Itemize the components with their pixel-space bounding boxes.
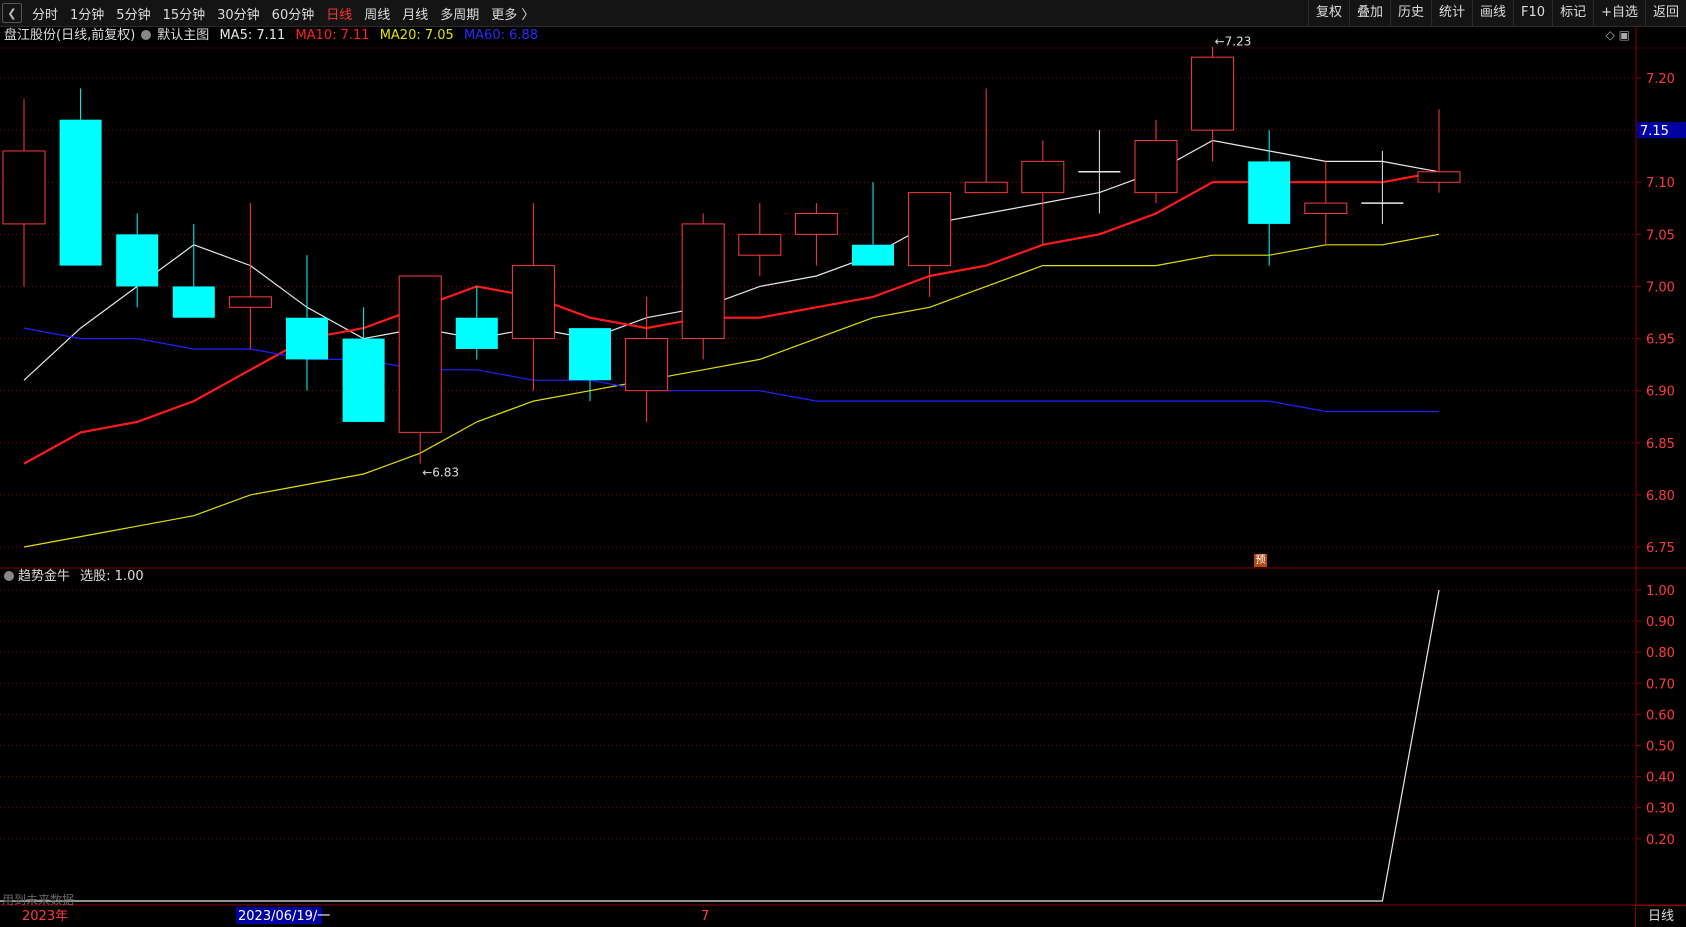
indicator-value: 选股: 1.00 <box>80 569 144 584</box>
candle-body <box>59 119 102 266</box>
price-tick-label: 6.85 <box>1646 437 1675 452</box>
candle <box>569 328 611 402</box>
indicator-tick-label: 1.00 <box>1646 584 1675 599</box>
candle <box>511 203 555 391</box>
candle-body <box>342 338 385 422</box>
price-axes: 7.20 7.15 7.10 7.05 7.00 6.95 6.90 6.85 6.80 6.75… <box>22 72 1686 924</box>
price-markers: ←7.23 ←6.83 <box>422 35 1251 480</box>
yu-badge[interactable]: 预 <box>1254 554 1267 567</box>
candle <box>1304 161 1348 245</box>
candle-body <box>116 234 159 287</box>
chevron-down-icon[interactable] <box>4 571 14 581</box>
price-tick-label: 7.05 <box>1646 228 1675 243</box>
indicator-tick-label: 0.20 <box>1646 833 1675 848</box>
price-tick-label: 7.10 <box>1646 176 1675 191</box>
price-tick-label: 6.95 <box>1646 333 1675 348</box>
candle-body <box>738 233 782 256</box>
candle-body <box>1304 202 1348 214</box>
candle <box>172 223 215 318</box>
indicator-tick-label: 0.40 <box>1646 771 1675 786</box>
indicator-tick-label: 0.60 <box>1646 708 1675 723</box>
indicator-tick-label: 0.90 <box>1646 615 1675 630</box>
candle <box>1078 130 1121 214</box>
price-tick-label: 6.90 <box>1646 385 1675 400</box>
high-marker: ←7.23 <box>1215 35 1252 49</box>
price-tick-label: 7.20 <box>1646 72 1675 87</box>
kline-chart[interactable]: 7.20 7.15 7.10 7.05 7.00 6.95 6.90 6.85 6.80 6.75… <box>0 0 1686 926</box>
ma-line-ma10 <box>23 170 1440 465</box>
candle <box>964 88 1008 194</box>
candle <box>2 98 46 287</box>
candle <box>455 286 498 360</box>
chart-grid <box>0 26 1686 926</box>
candle <box>398 275 442 464</box>
candle-body <box>1134 140 1178 194</box>
indicator-legend: 趋势金牛 选股: 1.00 <box>4 568 144 586</box>
candle <box>1021 140 1065 245</box>
low-marker: ←6.83 <box>422 466 459 480</box>
time-axis-year: 2023年 <box>22 909 68 924</box>
candle <box>738 203 782 277</box>
candle-body <box>511 265 555 340</box>
time-axis-month: 7 <box>701 909 709 924</box>
candle-body <box>964 181 1008 194</box>
period-indicator[interactable]: 日线 <box>1635 905 1686 927</box>
candle-body <box>625 338 669 392</box>
candle-body <box>455 317 498 349</box>
candle <box>1417 109 1461 193</box>
indicator-line <box>0 589 1440 902</box>
candle <box>1191 46 1235 162</box>
candle <box>116 213 159 308</box>
candle-body <box>794 212 838 235</box>
candle <box>342 307 385 422</box>
price-tick-label: 7.00 <box>1646 280 1675 295</box>
candle <box>852 182 894 266</box>
price-tick-label: 6.75 <box>1646 541 1675 556</box>
indicator-name[interactable]: 趋势金牛 <box>18 569 70 584</box>
candle <box>681 213 725 360</box>
candle-body <box>681 223 725 340</box>
candle-body <box>1021 160 1065 194</box>
ma-line-ma60 <box>23 327 1439 413</box>
ma-lines <box>23 139 1440 548</box>
ma-line-ma5 <box>23 139 1440 381</box>
candle-body <box>1417 171 1461 183</box>
candle <box>286 255 328 391</box>
indicator-polyline <box>0 589 1440 902</box>
candle <box>1134 119 1178 204</box>
indicator-tick-label: 0.80 <box>1646 646 1675 661</box>
candle <box>794 203 838 266</box>
candle-body <box>852 244 894 266</box>
candle-body <box>1191 56 1235 131</box>
candle <box>625 296 669 422</box>
indicator-tick-label: 0.70 <box>1646 677 1675 692</box>
price-tick-label: 6.80 <box>1646 489 1675 504</box>
candle-body <box>286 317 328 360</box>
candle-body <box>569 328 611 381</box>
future-data-note: 用到未来数据 <box>2 893 75 907</box>
candle-body <box>908 192 952 267</box>
candle <box>1248 130 1291 266</box>
indicator-tick-label: 0.30 <box>1646 802 1675 817</box>
candle-body <box>398 275 442 433</box>
current-price-label: 7.15 <box>1640 124 1669 139</box>
candle-body <box>1248 161 1291 224</box>
candle-body <box>228 296 272 308</box>
candle-body <box>2 150 46 225</box>
indicator-tick-label: 0.50 <box>1646 740 1675 755</box>
cursor-date-label: 2023/06/19/一 <box>238 909 330 924</box>
candle-body <box>172 286 215 318</box>
candle <box>59 88 102 266</box>
